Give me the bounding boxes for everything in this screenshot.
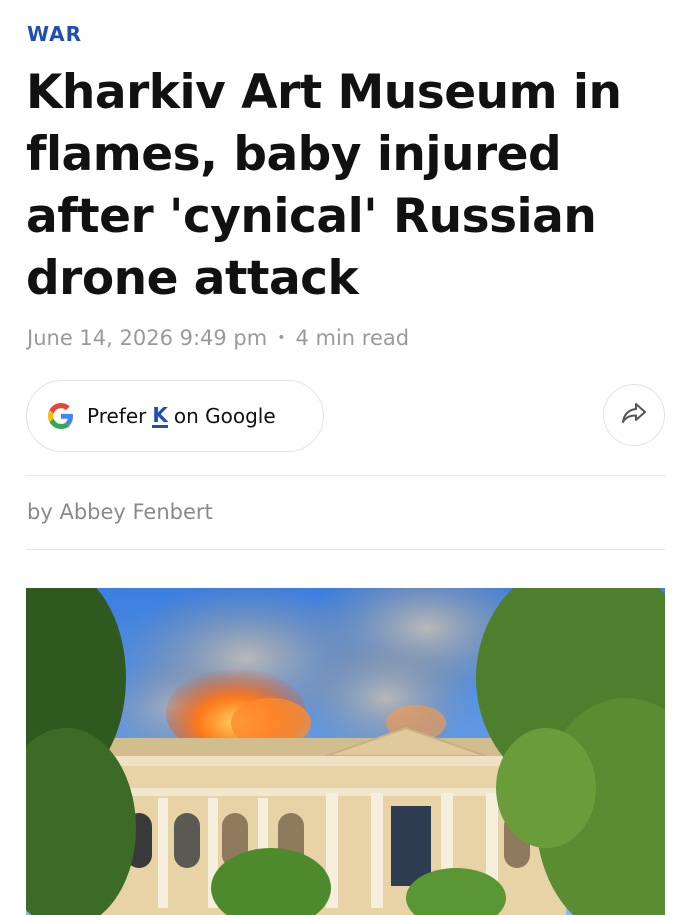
category-label[interactable]: WAR xyxy=(27,22,82,46)
byline-prefix: by xyxy=(27,500,53,524)
on-google-text: on Google xyxy=(173,404,276,428)
meta-separator: • xyxy=(277,330,286,346)
divider-bottom xyxy=(26,549,665,550)
article-meta: June 14, 2026 9:49 pm • 4 min read xyxy=(27,326,409,350)
google-g-icon xyxy=(48,403,74,429)
hero-image xyxy=(26,588,665,915)
byline: by Abbey Fenbert xyxy=(27,500,213,524)
prefer-text: Prefer xyxy=(87,404,147,428)
read-time: 4 min read xyxy=(295,326,410,350)
publish-date: June 14, 2026 9:49 pm xyxy=(27,326,268,350)
brand-k-logo: K xyxy=(152,402,168,428)
share-button[interactable] xyxy=(603,384,665,446)
divider-top xyxy=(26,475,665,476)
author-link[interactable]: Abbey Fenbert xyxy=(59,500,212,524)
prefer-on-google-button[interactable]: Prefer K on Google xyxy=(26,380,324,452)
article-headline: Kharkiv Art Museum in flames, baby injur… xyxy=(26,65,622,306)
share-arrow-icon xyxy=(620,401,648,429)
